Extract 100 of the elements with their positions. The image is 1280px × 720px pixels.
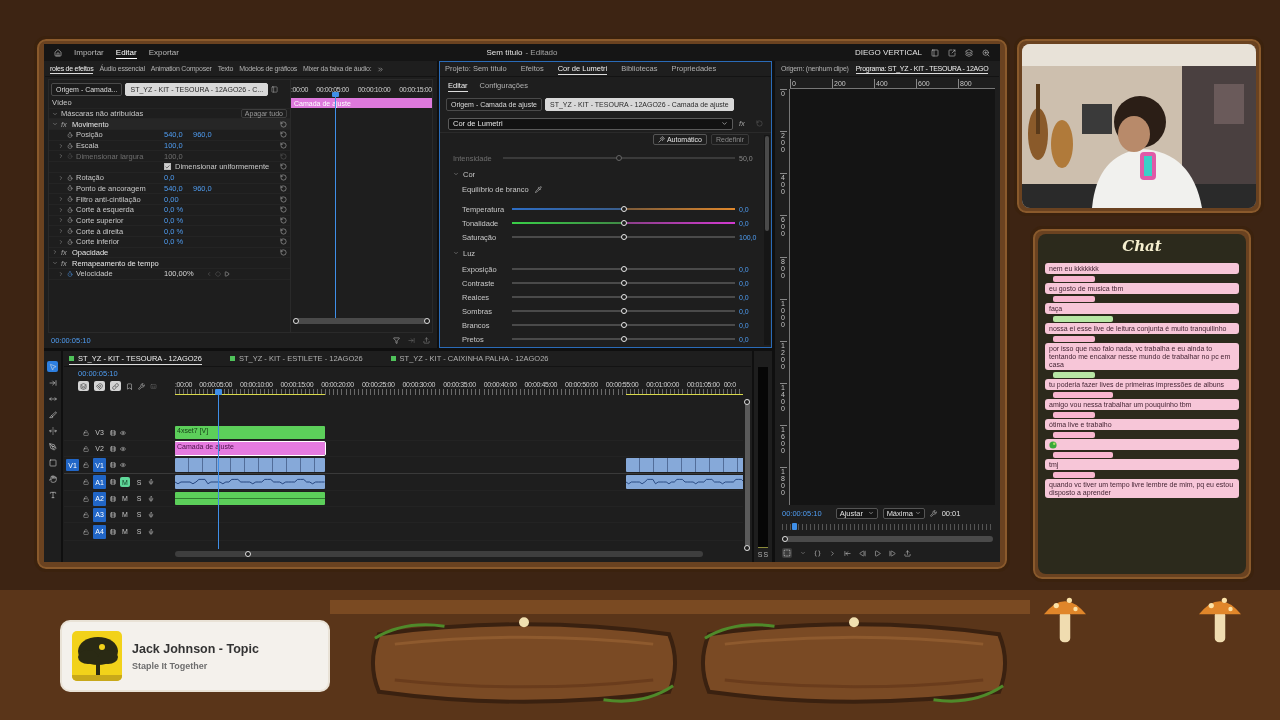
reset-icon[interactable] bbox=[280, 227, 287, 235]
layers-icon[interactable] bbox=[965, 48, 973, 57]
export-frame-icon[interactable] bbox=[904, 549, 911, 557]
ripple-icon[interactable] bbox=[408, 336, 415, 344]
scrollbar[interactable] bbox=[293, 318, 430, 324]
hand-tool-icon[interactable] bbox=[47, 473, 58, 484]
stopwatch-icon[interactable] bbox=[67, 185, 73, 192]
audio-clip[interactable] bbox=[626, 475, 743, 489]
lock-icon[interactable] bbox=[83, 511, 89, 518]
snap-button[interactable] bbox=[94, 381, 105, 391]
mark-in-icon[interactable] bbox=[814, 549, 821, 557]
chevron-icon[interactable] bbox=[52, 110, 58, 117]
chevron-icon[interactable] bbox=[800, 550, 806, 556]
marker-icon[interactable] bbox=[126, 382, 133, 390]
panel-icon[interactable] bbox=[931, 48, 939, 57]
reset-icon[interactable] bbox=[280, 163, 287, 171]
microphone-icon[interactable] bbox=[148, 528, 154, 535]
stopwatch-icon[interactable] bbox=[67, 196, 73, 203]
sync-icon[interactable] bbox=[110, 528, 116, 535]
audio-clip[interactable] bbox=[175, 492, 325, 505]
reset-icon[interactable] bbox=[280, 184, 287, 192]
play-icon[interactable] bbox=[874, 549, 881, 557]
chevron-icon[interactable] bbox=[58, 228, 64, 235]
chevron-icon[interactable] bbox=[453, 250, 459, 256]
safe-margins-button[interactable] bbox=[782, 548, 792, 558]
reset-icon[interactable] bbox=[280, 174, 287, 182]
reset-icon[interactable] bbox=[280, 142, 287, 150]
panel-toggle-icon[interactable] bbox=[271, 85, 279, 93]
step-back-icon[interactable] bbox=[859, 549, 866, 557]
reset-icon[interactable] bbox=[280, 216, 287, 224]
workspace-tab[interactable]: Exportar bbox=[148, 46, 179, 59]
scrollbar[interactable] bbox=[175, 551, 703, 557]
audio-clip[interactable] bbox=[175, 475, 325, 489]
step-forward-icon[interactable] bbox=[889, 549, 896, 557]
lock-icon[interactable] bbox=[83, 528, 89, 535]
chevron-icon[interactable] bbox=[58, 142, 64, 149]
pen-tool-icon[interactable] bbox=[47, 441, 58, 452]
sync-icon[interactable] bbox=[110, 511, 116, 518]
video-clip[interactable] bbox=[175, 458, 325, 472]
stopwatch-icon[interactable] bbox=[67, 174, 73, 181]
stopwatch-icon[interactable] bbox=[67, 142, 73, 149]
sync-icon[interactable] bbox=[110, 429, 116, 436]
share-icon[interactable] bbox=[948, 48, 956, 57]
rectangle-tool-icon[interactable] bbox=[47, 457, 58, 468]
workspace-tab[interactable]: Importar bbox=[74, 46, 104, 59]
reset-icon[interactable] bbox=[280, 248, 287, 256]
slip-tool-icon[interactable] bbox=[47, 425, 58, 436]
lock-icon[interactable] bbox=[83, 445, 89, 452]
type-tool-icon[interactable] bbox=[47, 489, 58, 500]
chevron-icon[interactable] bbox=[58, 217, 64, 224]
settings-icon[interactable] bbox=[929, 509, 937, 517]
reset-icon[interactable] bbox=[280, 238, 287, 246]
track-select-tool-icon[interactable] bbox=[47, 377, 58, 388]
eyedropper-icon[interactable] bbox=[534, 185, 542, 193]
nest-button[interactable] bbox=[78, 381, 89, 391]
chevron-icon[interactable] bbox=[58, 174, 64, 181]
more-tabs-icon[interactable] bbox=[377, 65, 385, 73]
workspace-tab[interactable]: Editar bbox=[115, 46, 137, 59]
stopwatch-icon[interactable] bbox=[67, 270, 73, 277]
sync-icon[interactable] bbox=[110, 462, 116, 468]
lock-icon[interactable] bbox=[83, 479, 89, 485]
razor-tool-icon[interactable] bbox=[47, 409, 58, 420]
chevron-icon[interactable] bbox=[58, 206, 64, 213]
sync-icon[interactable] bbox=[110, 445, 116, 452]
filter-icon[interactable] bbox=[393, 336, 400, 344]
chevron-icon[interactable] bbox=[52, 260, 58, 267]
settings-icon[interactable] bbox=[138, 382, 145, 390]
microphone-icon[interactable] bbox=[148, 479, 154, 485]
chevron-icon[interactable] bbox=[58, 270, 64, 277]
lock-icon[interactable] bbox=[83, 429, 89, 436]
chevron-icon[interactable] bbox=[52, 121, 58, 128]
chevron-icon[interactable] bbox=[52, 249, 58, 256]
chevron-icon[interactable] bbox=[58, 238, 64, 245]
checkbox[interactable] bbox=[164, 163, 171, 171]
go-to-in-icon[interactable] bbox=[844, 549, 851, 557]
reset-icon[interactable] bbox=[280, 195, 287, 203]
sync-icon[interactable] bbox=[110, 479, 116, 485]
eye-icon[interactable] bbox=[120, 429, 126, 436]
lock-icon[interactable] bbox=[83, 462, 89, 468]
stopwatch-icon[interactable] bbox=[67, 217, 73, 224]
reset-icon[interactable] bbox=[280, 131, 287, 139]
eye-icon[interactable] bbox=[120, 445, 126, 452]
next-keyframe-icon[interactable] bbox=[224, 270, 230, 277]
selection-tool-icon[interactable] bbox=[47, 361, 58, 372]
scrollbar[interactable] bbox=[744, 399, 750, 551]
search-icon[interactable] bbox=[982, 48, 990, 57]
stopwatch-icon[interactable] bbox=[67, 131, 73, 138]
reset-icon[interactable] bbox=[280, 206, 287, 214]
eye-icon[interactable] bbox=[120, 462, 126, 468]
workspace-name[interactable]: DIEGO VERTICAL bbox=[855, 48, 922, 57]
playhead[interactable] bbox=[791, 523, 797, 530]
export-icon[interactable] bbox=[423, 336, 430, 344]
chevron-icon[interactable] bbox=[453, 171, 459, 177]
scrollbar[interactable] bbox=[764, 135, 770, 345]
video-clip[interactable] bbox=[626, 458, 743, 472]
stopwatch-icon[interactable] bbox=[67, 238, 73, 245]
lock-icon[interactable] bbox=[83, 495, 89, 502]
mark-out-icon[interactable] bbox=[829, 549, 836, 557]
scrollbar[interactable] bbox=[782, 536, 993, 542]
microphone-icon[interactable] bbox=[148, 495, 154, 502]
